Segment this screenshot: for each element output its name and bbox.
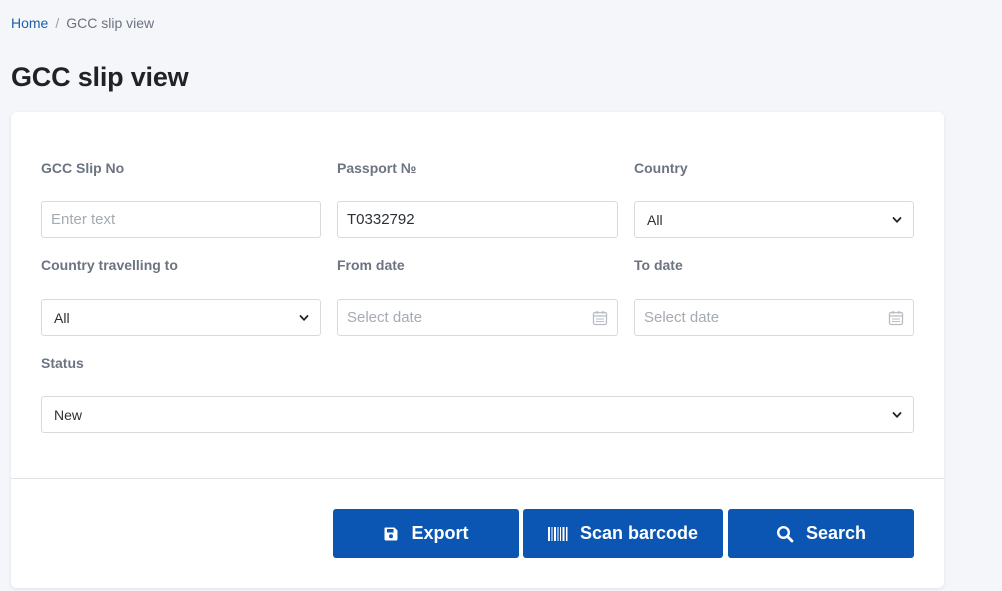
- country-travelling-to-selected: All: [54, 309, 70, 326]
- scan-barcode-button-label: Scan barcode: [579, 523, 699, 543]
- from-date-input[interactable]: Select date: [337, 299, 618, 336]
- chevron-down-icon: [299, 314, 309, 321]
- country-selected: All: [647, 211, 663, 228]
- from-date-placeholder: Select date: [347, 309, 423, 326]
- to-date-input[interactable]: Select date: [634, 299, 914, 336]
- status-label: Status: [41, 355, 84, 371]
- search-icon: [776, 525, 794, 543]
- calendar-icon: [592, 310, 608, 325]
- breadcrumb-home-link[interactable]: Home: [11, 15, 48, 31]
- export-button[interactable]: Export: [333, 509, 519, 558]
- from-date-label: From date: [337, 257, 405, 273]
- passport-value: T0332792: [347, 211, 415, 228]
- search-button[interactable]: Search: [728, 509, 914, 558]
- chevron-down-icon: [892, 411, 902, 418]
- gcc-slip-no-placeholder: Enter text: [51, 211, 116, 228]
- country-select[interactable]: All: [634, 201, 914, 238]
- to-date-placeholder: Select date: [644, 309, 720, 326]
- status-select[interactable]: New: [41, 396, 914, 433]
- card-divider: [11, 478, 944, 479]
- gcc-slip-no-label: GCC Slip No: [41, 160, 125, 176]
- calendar-icon: [888, 310, 904, 325]
- export-button-label: Export: [411, 523, 469, 543]
- to-date-label: To date: [634, 257, 683, 273]
- barcode-icon: [547, 526, 568, 542]
- search-button-label: Search: [805, 523, 867, 543]
- status-selected: New: [54, 406, 83, 423]
- scan-barcode-button[interactable]: Scan barcode: [523, 509, 723, 558]
- country-travelling-to-label: Country travelling to: [41, 257, 178, 273]
- breadcrumb-separator: /: [55, 15, 60, 31]
- country-label: Country: [634, 160, 688, 176]
- save-icon: [383, 526, 399, 542]
- filter-card: GCC Slip No Passport № Country Enter tex…: [11, 112, 944, 588]
- passport-input[interactable]: T0332792: [337, 201, 618, 238]
- page-title: GCC slip view: [11, 62, 189, 92]
- chevron-down-icon: [892, 216, 902, 223]
- breadcrumb-current: GCC slip view: [66, 15, 155, 31]
- passport-label: Passport №: [337, 160, 417, 176]
- country-travelling-to-select[interactable]: All: [41, 299, 321, 336]
- breadcrumb: Home / GCC slip view: [11, 15, 154, 31]
- gcc-slip-no-input[interactable]: Enter text: [41, 201, 321, 238]
